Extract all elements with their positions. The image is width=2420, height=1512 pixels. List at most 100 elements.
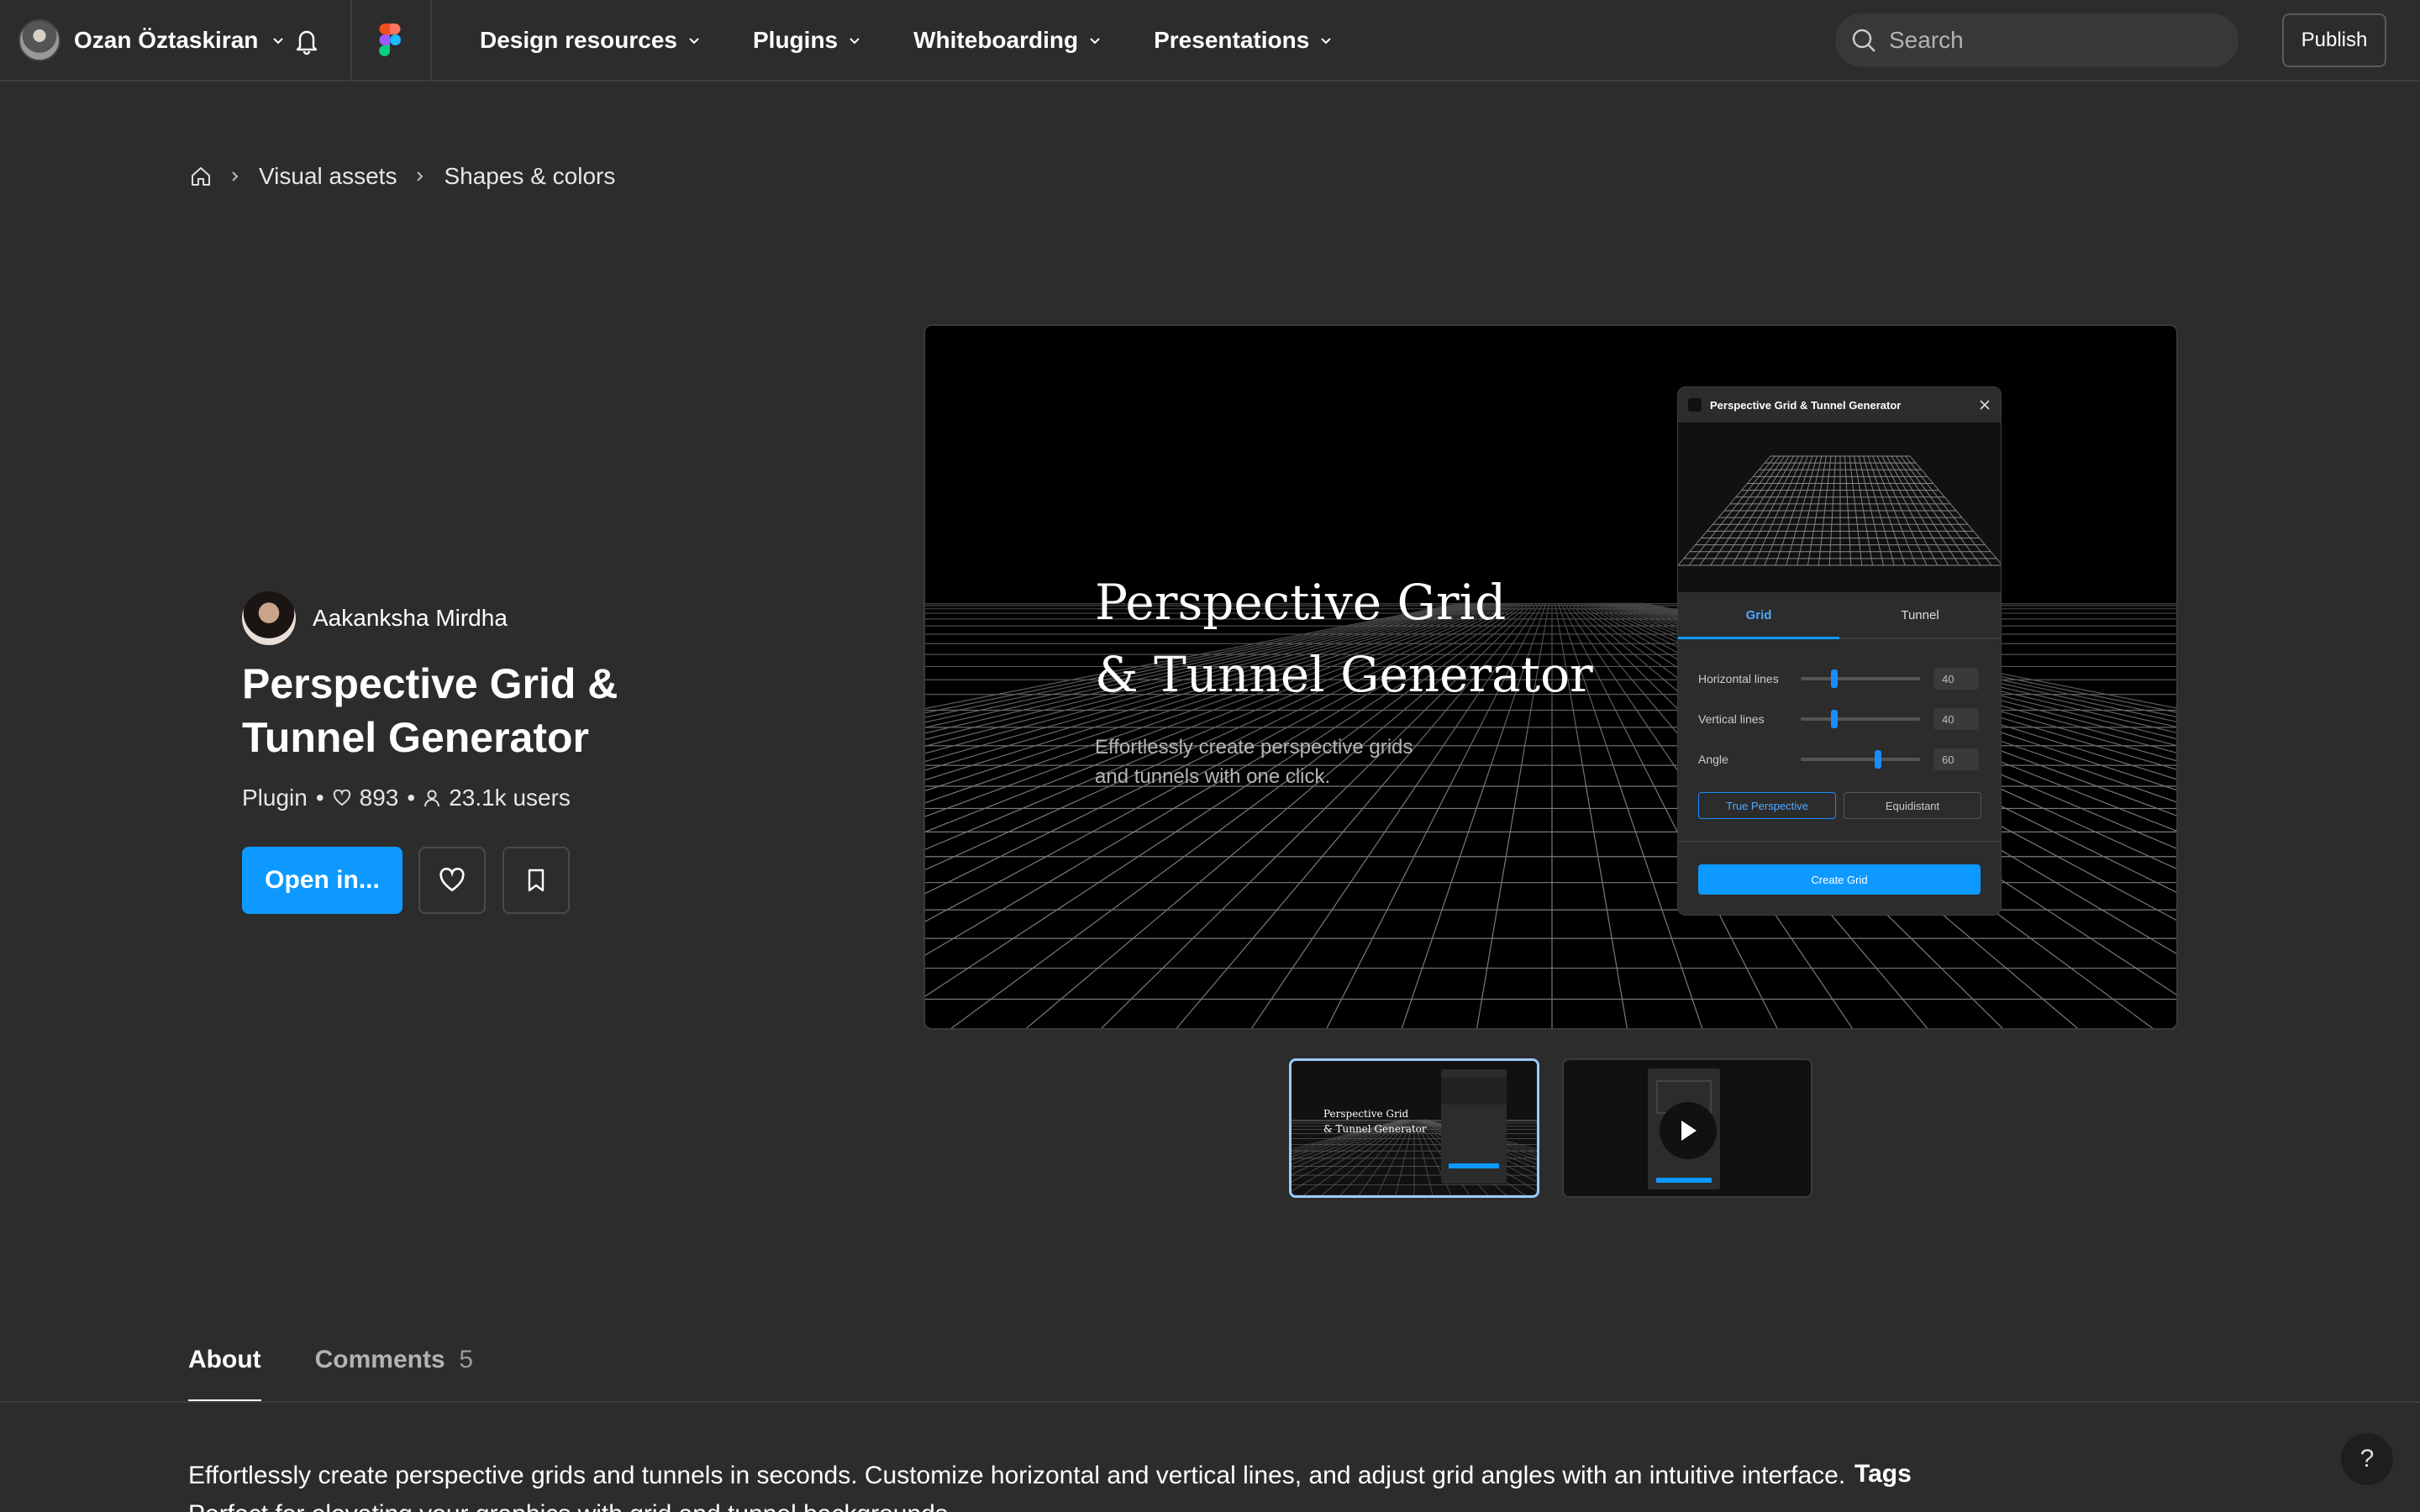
bookmark-icon	[528, 869, 544, 892]
breadcrumb: Visual assets Shapes & colors	[190, 160, 615, 193]
nav-presentations[interactable]: Presentations	[1154, 27, 1333, 54]
publish-button[interactable]: Publish	[2282, 13, 2386, 67]
slider-value: 60	[1933, 748, 1979, 770]
bookmark-button[interactable]	[502, 847, 570, 914]
author[interactable]: Aakanksha Mirdha	[242, 591, 508, 645]
thumbnail-caption-line: & Tunnel Generator	[1323, 1123, 1427, 1135]
tab-comments-label: Comments	[314, 1346, 445, 1373]
create-grid-button: Create Grid	[1698, 864, 1981, 895]
panel-preview	[1678, 423, 2001, 592]
panel-tabs: Grid Tunnel	[1678, 592, 2001, 639]
thumbnail-caption: Perspective Grid & Tunnel Generator	[1323, 1106, 1427, 1137]
search-input[interactable]	[1889, 27, 2208, 54]
hero-subtitle-line: Effortlessly create perspective grids	[1095, 736, 1413, 759]
chevron-right-icon	[417, 171, 424, 181]
plugin-icon	[1688, 398, 1702, 412]
user-avatar	[18, 19, 60, 61]
open-in-button[interactable]: Open in...	[242, 847, 402, 914]
like-count: 893	[359, 785, 399, 811]
breadcrumb-shapes-colors[interactable]: Shapes & colors	[444, 163, 615, 190]
chevron-right-icon	[232, 171, 239, 181]
thumbnail-panel	[1441, 1069, 1507, 1184]
plugin-meta: Plugin • 893 • 23.1k users	[242, 785, 571, 811]
panel-tab-tunnel: Tunnel	[1901, 607, 1939, 622]
slider-knob	[1875, 750, 1882, 769]
help-button[interactable]: ?	[2341, 1433, 2393, 1485]
user-count: 23.1k users	[449, 785, 571, 811]
user-name: Ozan Öztaskiran	[74, 27, 259, 53]
tabs-divider	[0, 1401, 2420, 1403]
thumbnail-panel-preview	[1441, 1078, 1507, 1105]
comments-count: 5	[459, 1346, 474, 1373]
slider-knob	[1831, 669, 1839, 688]
nav-plugins[interactable]: Plugins	[753, 27, 861, 54]
hero-preview: Perspective Grid & Tunnel Generator Effo…	[923, 324, 2178, 1030]
top-bar: Ozan Öztaskiran Design resources Plugins…	[0, 0, 2420, 81]
tab-about[interactable]: About	[188, 1327, 261, 1403]
mode-true-perspective: True Perspective	[1698, 792, 1836, 819]
thumbnail-image[interactable]: Perspective Grid & Tunnel Generator	[1289, 1058, 1539, 1198]
slider-angle: Angle 60	[1698, 747, 1984, 772]
author-name: Aakanksha Mirdha	[313, 605, 508, 631]
main-nav: Design resources Plugins Whiteboarding P…	[480, 18, 1333, 62]
chevron-down-icon	[273, 38, 284, 45]
divider	[430, 0, 432, 81]
breadcrumb-visual-assets[interactable]: Visual assets	[259, 163, 397, 190]
slider-track	[1801, 750, 1920, 769]
close-icon	[1980, 400, 1990, 410]
heart-icon	[333, 790, 350, 806]
nav-design-resources[interactable]: Design resources	[480, 27, 701, 54]
chevron-down-icon	[1090, 38, 1100, 45]
thumbnail-caption-line: Perspective Grid	[1323, 1108, 1409, 1120]
chevron-down-icon	[689, 38, 699, 45]
nav-label: Whiteboarding	[913, 27, 1079, 53]
search-box[interactable]	[1835, 13, 2238, 67]
slider-track	[1801, 710, 1920, 728]
hero-title: Perspective Grid & Tunnel Generator	[1095, 566, 1593, 711]
mode-equidistant: Equidistant	[1844, 792, 1981, 819]
tags-heading: Tags	[1854, 1460, 1912, 1488]
slider-label: Angle	[1698, 753, 1728, 766]
bell-icon[interactable]	[293, 27, 320, 55]
nav-label: Plugins	[753, 27, 839, 53]
user-icon	[424, 790, 440, 807]
nav-whiteboarding[interactable]: Whiteboarding	[913, 27, 1102, 54]
slider-value: 40	[1933, 708, 1979, 730]
author-avatar	[242, 591, 296, 645]
hero-subtitle-line: and tunnels with one click.	[1095, 765, 1331, 788]
thumbnail-panel-button	[1449, 1163, 1499, 1168]
plugin-title: Perspective Grid & Tunnel Generator	[242, 660, 618, 761]
slider-vertical-lines: Vertical lines 40	[1698, 706, 1984, 732]
play-icon	[1681, 1121, 1697, 1141]
slider-horizontal-lines: Horizontal lines 40	[1698, 666, 1984, 691]
detail-tabs: About Comments 5	[188, 1327, 473, 1403]
plugin-panel-mockup: Perspective Grid & Tunnel Generator Grid…	[1677, 386, 2002, 916]
thumbnail-video[interactable]	[1562, 1058, 1812, 1198]
search-icon	[1852, 29, 1876, 52]
slider-label: Vertical lines	[1698, 712, 1765, 726]
panel-header: Perspective Grid & Tunnel Generator	[1678, 387, 2001, 423]
chevron-down-icon	[1321, 38, 1331, 45]
thumbnail-panel-button	[1656, 1178, 1712, 1183]
tab-comments[interactable]: Comments 5	[315, 1327, 473, 1403]
nav-label: Presentations	[1154, 27, 1310, 53]
hero-title-line: & Tunnel Generator	[1095, 646, 1593, 703]
panel-tab-grid: Grid	[1678, 592, 1839, 639]
nav-label: Design resources	[480, 27, 677, 53]
hero-subtitle: Effortlessly create perspective grids an…	[1095, 732, 1473, 791]
user-menu[interactable]: Ozan Öztaskiran	[18, 18, 285, 62]
meta-dot: •	[315, 785, 324, 811]
figma-logo-icon[interactable]	[379, 24, 401, 57]
like-button[interactable]	[418, 847, 486, 914]
panel-title: Perspective Grid & Tunnel Generator	[1710, 398, 1902, 412]
divider	[350, 0, 352, 81]
grid-preview-image	[1678, 455, 2001, 566]
slider-knob	[1831, 710, 1839, 728]
slider-value: 40	[1933, 668, 1979, 690]
slider-track	[1801, 669, 1920, 688]
heart-icon	[439, 868, 465, 892]
plugin-type: Plugin	[242, 785, 308, 811]
home-icon[interactable]	[190, 165, 212, 187]
about-description: Effortlessly create perspective grids an…	[188, 1462, 1846, 1512]
play-button[interactable]	[1660, 1102, 1717, 1159]
